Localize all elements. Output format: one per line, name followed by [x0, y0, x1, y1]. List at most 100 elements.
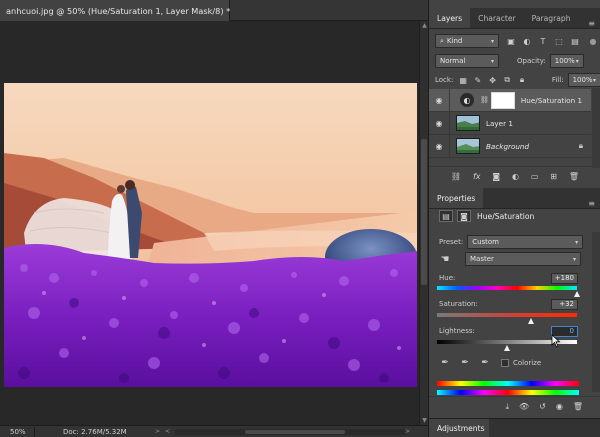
opacity-field[interactable]: 100% ▾	[549, 54, 584, 68]
preset-label: Preset:	[439, 238, 464, 246]
adjustment-name: Hue/Saturation	[477, 211, 535, 221]
hue-slider[interactable]	[437, 286, 577, 290]
layer-row-layer-1[interactable]: ◉ Layer 1	[429, 111, 591, 135]
document-tab[interactable]: anhcuoi.jpg @ 50% (Hue/Saturation 1, Lay…	[0, 0, 245, 21]
type-filter-icon[interactable]: T	[537, 35, 549, 47]
layers-panel-tabs: Layers Character Paragraph ≡	[429, 8, 600, 29]
channel-dropdown[interactable]: Master ▾	[465, 252, 581, 266]
filter-kind-dropdown[interactable]: ⌕ Kind ▾	[435, 34, 499, 48]
status-bar: 50% Doc: 2.76M/5.32M > < >	[0, 425, 428, 437]
lock-position-icon[interactable]: ✥	[487, 74, 499, 86]
scroll-down-icon[interactable]: ▼	[421, 417, 428, 424]
tab-strip	[230, 0, 428, 21]
layer-row-background[interactable]: ◉ Background 🔒︎	[429, 134, 591, 158]
chevron-down-icon: ▾	[490, 57, 494, 65]
hue-label: Hue:	[439, 274, 456, 282]
properties-footer: ⤓ 👁︎ ↺ ◉ 🗑︎	[429, 396, 600, 416]
visibility-icon[interactable]: ◉	[556, 402, 563, 411]
preset-row: Preset: Custom ▾	[429, 235, 600, 249]
hue-value-field[interactable]: +180	[551, 273, 578, 284]
search-icon: ⌕	[440, 36, 444, 45]
add-mask-icon[interactable]: ◙	[492, 172, 500, 181]
document-tab-title: anhcuoi.jpg @ 50% (Hue/Saturation 1, Lay…	[6, 5, 231, 16]
mouse-cursor-icon	[551, 334, 561, 348]
eyedropper-row: ✒ ✒ ✒ Colorize	[429, 357, 600, 369]
eyedropper-plus-icon[interactable]: ✒	[459, 357, 471, 369]
saturation-slider-handle[interactable]	[528, 318, 534, 324]
preset-dropdown[interactable]: Custom ▾	[467, 235, 584, 249]
trash-icon[interactable]: 🗑︎	[569, 172, 579, 181]
tab-adjustments[interactable]: Adjustments	[429, 419, 489, 437]
horizontal-scrollbar[interactable]	[175, 428, 405, 435]
chevron-left-icon[interactable]: <	[165, 428, 175, 435]
new-layer-icon[interactable]: ⊞	[550, 172, 557, 181]
lock-all-icon[interactable]: 🔒︎	[516, 74, 528, 86]
lock-transparency-icon[interactable]: ▦	[457, 74, 469, 86]
zoom-level[interactable]: 50%	[0, 428, 34, 436]
tab-properties[interactable]: Properties	[429, 188, 484, 208]
filter-toggle-icon[interactable]: ●	[587, 35, 599, 47]
adjustment-type-icon[interactable]: ▤	[439, 210, 453, 222]
shape-filter-icon[interactable]: ⬚	[553, 35, 565, 47]
fill-label: Fill:	[551, 76, 564, 84]
eye-icon[interactable]: ◉	[429, 119, 449, 128]
vertical-scrollbar[interactable]: ▲ ▼	[419, 21, 428, 425]
properties-scrollbar[interactable]	[592, 232, 600, 392]
document-image[interactable]	[4, 83, 417, 387]
blend-mode-dropdown[interactable]: Normal ▾	[435, 54, 499, 68]
eye-icon[interactable]: ◉	[429, 142, 449, 151]
layer-thumbnail[interactable]	[456, 115, 480, 131]
layer-name[interactable]: Hue/Saturation 1	[521, 96, 582, 105]
eyedropper-icon[interactable]: ✒	[439, 357, 451, 369]
scroll-thumb[interactable]	[245, 429, 345, 434]
eye-icon[interactable]: ◉	[429, 96, 449, 105]
canvas-area[interactable]	[0, 21, 419, 425]
reset-icon[interactable]: ↺	[539, 402, 546, 411]
targeted-adjustment-hand-icon[interactable]: ☚	[439, 253, 451, 265]
layer-thumbnail[interactable]	[456, 138, 480, 154]
panel-menu-icon[interactable]: ≡	[588, 199, 600, 208]
fx-icon[interactable]: fx	[473, 172, 481, 181]
new-adjustment-icon[interactable]: ◐	[512, 172, 519, 181]
saturation-slider[interactable]	[437, 313, 577, 317]
trash-icon[interactable]: 🗑︎	[573, 402, 583, 411]
layer-filter-row: ⌕ Kind ▾ ▣ ◐ T ⬚ ▤ ●	[429, 34, 600, 48]
tab-character[interactable]: Character	[470, 8, 524, 28]
chevron-down-icon: ▾	[572, 255, 576, 263]
saturation-value-field[interactable]: +32	[551, 299, 578, 310]
mask-icon[interactable]: ◙	[457, 210, 471, 222]
view-previous-icon[interactable]: 👁︎	[519, 402, 529, 411]
hue-slider-handle[interactable]	[574, 291, 580, 297]
doc-size[interactable]: Doc: 2.76M/5.32M	[35, 428, 155, 436]
link-layers-icon[interactable]: ⛓	[451, 172, 461, 181]
new-group-icon[interactable]: ▭	[531, 172, 539, 181]
image-filter-icon[interactable]: ▣	[505, 35, 517, 47]
smart-object-filter-icon[interactable]: ▤	[569, 35, 581, 47]
layer-row-hue-saturation[interactable]: ◉ ◐ ⛓ Hue/Saturation 1	[429, 88, 591, 112]
layer-name[interactable]: Layer 1	[486, 119, 513, 128]
lock-pixels-icon[interactable]: ✎	[472, 74, 484, 86]
link-icon[interactable]: ⛓	[480, 96, 489, 104]
layers-scrollbar[interactable]	[592, 88, 600, 168]
lock-icon: 🔒︎	[578, 141, 583, 150]
tab-paragraph[interactable]: Paragraph	[524, 8, 579, 28]
colorize-checkbox[interactable]	[501, 359, 509, 367]
scroll-thumb[interactable]	[421, 139, 427, 285]
clip-to-layer-icon[interactable]: ⤓	[505, 402, 509, 412]
document-window: anhcuoi.jpg @ 50% (Hue/Saturation 1, Lay…	[0, 0, 428, 437]
channel-row: ☚ Master ▾	[429, 252, 600, 266]
chevron-right-icon[interactable]: >	[405, 428, 415, 435]
lightness-label: Lightness:	[439, 327, 475, 335]
eyedropper-minus-icon[interactable]: ✒	[479, 357, 491, 369]
layer-mask-thumbnail[interactable]	[490, 91, 515, 109]
layer-name[interactable]: Background	[486, 142, 529, 151]
tab-layers[interactable]: Layers	[429, 8, 471, 28]
scroll-up-icon[interactable]: ▲	[421, 22, 428, 29]
lightness-slider-handle[interactable]	[504, 345, 510, 351]
adjustment-filter-icon[interactable]: ◐	[521, 35, 533, 47]
lock-artboard-icon[interactable]: ⧉	[501, 74, 513, 86]
chevron-right-icon[interactable]: >	[155, 428, 165, 435]
lock-row: Lock: ▦ ✎ ✥ ⧉ 🔒︎ Fill: 100% ▾	[429, 73, 600, 87]
panel-menu-icon[interactable]: ≡	[588, 19, 600, 28]
fill-field[interactable]: 100% ▾	[567, 73, 600, 87]
